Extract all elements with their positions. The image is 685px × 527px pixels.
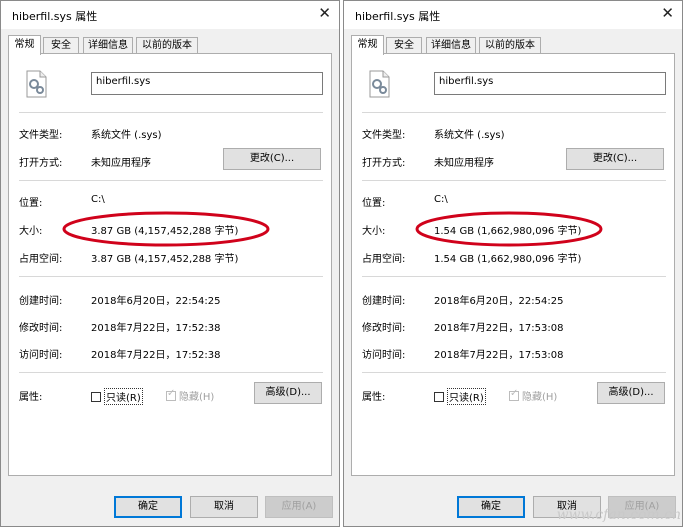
hidden-label: 隐藏(H) xyxy=(179,392,215,403)
separator xyxy=(362,180,666,181)
advanced-button[interactable]: 高级(D)... xyxy=(254,382,322,404)
checkbox-box[interactable] xyxy=(91,391,101,402)
opens-with-value: 未知应用程序 xyxy=(434,158,494,169)
checkmark-icon: ✓ xyxy=(167,387,176,399)
size-on-disk-value: 1.54 GB (1,662,980,096 字节) xyxy=(434,254,582,265)
size-highlight-ellipse xyxy=(415,211,603,247)
modified-value: 2018年7月22日，17:52:38 xyxy=(91,323,221,334)
filename-input[interactable]: hiberfil.sys xyxy=(91,72,323,95)
accessed-label: 访问时间: xyxy=(362,350,406,361)
readonly-checkbox[interactable]: 只读(R) xyxy=(91,388,143,405)
advanced-button[interactable]: 高级(D)... xyxy=(597,382,665,404)
filename-input[interactable]: hiberfil.sys xyxy=(434,72,666,95)
attributes-label: 属性: xyxy=(19,392,43,403)
hidden-label: 隐藏(H) xyxy=(522,392,558,403)
separator xyxy=(19,372,323,373)
watermark-text: www.cfan.com.cn xyxy=(556,507,681,523)
modified-label: 修改时间: xyxy=(19,323,63,334)
opens-with-label: 打开方式: xyxy=(362,158,406,169)
tab-security[interactable]: 安全 xyxy=(43,37,79,53)
accessed-value: 2018年7月22日，17:52:38 xyxy=(91,350,221,361)
file-type-label: 文件类型: xyxy=(362,130,406,141)
modified-label: 修改时间: xyxy=(362,323,406,334)
opens-with-label: 打开方式: xyxy=(19,158,63,169)
change-button[interactable]: 更改(C)... xyxy=(223,148,321,170)
separator xyxy=(19,276,323,277)
checkmark-icon: ✓ xyxy=(510,387,519,399)
readonly-label: 只读(R) xyxy=(104,388,143,405)
close-icon[interactable]: ✕ xyxy=(318,5,331,21)
title-bar: hiberfil.sys 属性 ✕ xyxy=(1,1,339,29)
ok-button[interactable]: 确定 xyxy=(114,496,182,518)
accessed-label: 访问时间: xyxy=(19,350,63,361)
change-button[interactable]: 更改(C)... xyxy=(566,148,664,170)
window-title: hiberfil.sys 属性 xyxy=(355,10,441,23)
separator xyxy=(362,372,666,373)
hidden-checkbox: ✓ 隐藏(H) xyxy=(509,388,557,403)
location-value: C:\ xyxy=(434,194,448,205)
separator xyxy=(362,276,666,277)
window-title: hiberfil.sys 属性 xyxy=(12,10,98,23)
system-file-icon xyxy=(26,70,47,98)
tab-details[interactable]: 详细信息 xyxy=(426,37,476,53)
tab-previous-versions[interactable]: 以前的版本 xyxy=(136,37,198,53)
ok-button[interactable]: 确定 xyxy=(457,496,525,518)
created-label: 创建时间: xyxy=(362,296,406,307)
location-label: 位置: xyxy=(19,198,43,209)
created-label: 创建时间: xyxy=(19,296,63,307)
apply-button: 应用(A) xyxy=(265,496,333,518)
location-label: 位置: xyxy=(362,198,386,209)
checkbox-box: ✓ xyxy=(509,387,519,401)
attributes-label: 属性: xyxy=(362,392,386,403)
file-type-value: 系统文件 (.sys) xyxy=(91,130,162,141)
separator xyxy=(19,180,323,181)
title-bar: hiberfil.sys 属性 ✕ xyxy=(344,1,682,29)
created-value: 2018年6月20日，22:54:25 xyxy=(91,296,221,307)
hidden-checkbox: ✓ 隐藏(H) xyxy=(166,388,214,403)
close-icon[interactable]: ✕ xyxy=(661,5,674,21)
separator xyxy=(19,112,323,113)
file-type-value: 系统文件 (.sys) xyxy=(434,130,505,141)
general-panel: hiberfil.sys 文件类型: 系统文件 (.sys) 打开方式: 未知应… xyxy=(351,53,675,476)
readonly-checkbox[interactable]: 只读(R) xyxy=(434,388,486,405)
system-file-icon xyxy=(369,70,390,98)
size-label: 大小: xyxy=(19,226,43,237)
properties-dialog-right: hiberfil.sys 属性 ✕ 常规 安全 详细信息 以前的版本 hiber… xyxy=(343,0,683,527)
tab-general[interactable]: 常规 xyxy=(351,35,384,55)
size-label: 大小: xyxy=(362,226,386,237)
file-type-label: 文件类型: xyxy=(19,130,63,141)
properties-dialog-left: hiberfil.sys 属性 ✕ 常规 安全 详细信息 以前的版本 hiber… xyxy=(0,0,340,527)
tab-previous-versions[interactable]: 以前的版本 xyxy=(479,37,541,53)
separator xyxy=(362,112,666,113)
location-value: C:\ xyxy=(91,194,105,205)
tab-general[interactable]: 常规 xyxy=(8,35,41,55)
size-highlight-ellipse xyxy=(62,211,270,247)
size-on-disk-label: 占用空间: xyxy=(19,254,63,265)
tab-details[interactable]: 详细信息 xyxy=(83,37,133,53)
tab-security[interactable]: 安全 xyxy=(386,37,422,53)
checkbox-box: ✓ xyxy=(166,387,176,401)
opens-with-value: 未知应用程序 xyxy=(91,158,151,169)
cancel-button[interactable]: 取消 xyxy=(190,496,258,518)
accessed-value: 2018年7月22日，17:53:08 xyxy=(434,350,564,361)
checkbox-box[interactable] xyxy=(434,391,444,402)
readonly-label: 只读(R) xyxy=(447,388,486,405)
general-panel: hiberfil.sys 文件类型: 系统文件 (.sys) 打开方式: 未知应… xyxy=(8,53,332,476)
modified-value: 2018年7月22日，17:53:08 xyxy=(434,323,564,334)
created-value: 2018年6月20日，22:54:25 xyxy=(434,296,564,307)
size-on-disk-label: 占用空间: xyxy=(362,254,406,265)
size-on-disk-value: 3.87 GB (4,157,452,288 字节) xyxy=(91,254,239,265)
